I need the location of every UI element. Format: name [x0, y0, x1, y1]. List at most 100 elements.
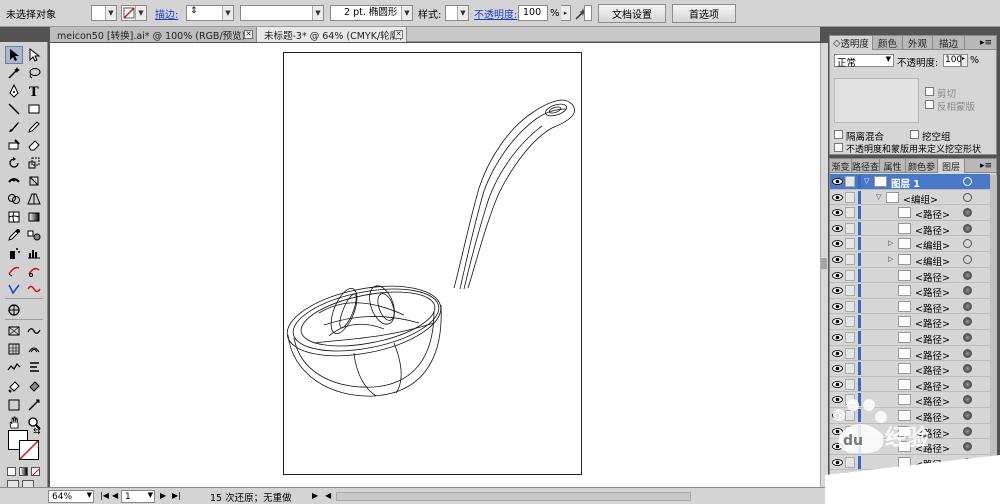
artboard-select[interactable]: 1 ▼ [121, 490, 155, 503]
clip-checkbox[interactable] [925, 87, 934, 96]
stepper-icon[interactable]: ⇕ [190, 6, 198, 16]
preferences-button[interactable]: 首选项 [672, 4, 736, 23]
layer-row[interactable]: ▽ 图层 1 [830, 174, 990, 190]
none-mode-icon[interactable] [31, 467, 40, 477]
target-circle-icon[interactable] [963, 239, 972, 249]
tab-untitled-3[interactable]: 未标题-3* @ 64% (CMYK/轮廓) ✕ [257, 27, 407, 42]
canvas[interactable] [50, 43, 820, 487]
expand-open-icon[interactable]: ▽ [876, 193, 881, 201]
layer-item[interactable]: <路径> [830, 221, 990, 237]
knife-tool-icon[interactable] [5, 262, 23, 280]
lock-toggle[interactable] [845, 378, 855, 390]
visibility-eye-icon[interactable] [832, 271, 843, 280]
tab-meicon50[interactable]: meicon50 [转换].ai* @ 100% (RGB/预览) ✕ [50, 27, 257, 42]
graphic-style-swatch[interactable]: ▼ [445, 5, 469, 21]
lock-toggle[interactable] [845, 269, 855, 281]
eraser-tool-icon[interactable] [25, 136, 43, 154]
lock-toggle[interactable] [845, 207, 855, 219]
visibility-eye-icon[interactable] [832, 317, 843, 326]
paintbrush-tool-icon[interactable] [5, 118, 23, 136]
shape-builder-tool-icon[interactable] [5, 190, 23, 208]
tab-color-guide[interactable]: 颜色参 [906, 159, 938, 173]
line-segment-tool-icon[interactable] [5, 100, 23, 118]
stroke-link[interactable]: 描边: [155, 5, 178, 22]
mask-thumbnail[interactable] [834, 78, 919, 123]
scissors-tool-icon[interactable] [25, 262, 43, 280]
lock-toggle[interactable] [845, 254, 855, 265]
blend-tool-icon[interactable] [25, 226, 43, 244]
recolor-dropdown[interactable] [584, 5, 592, 21]
visibility-eye-icon[interactable] [832, 255, 843, 264]
tab-appearance[interactable]: 外观 [903, 36, 933, 50]
polar-grid-tool-icon[interactable] [25, 340, 43, 358]
invert-mask-checkbox[interactable] [925, 100, 934, 109]
opacity-input[interactable]: 100 [518, 5, 548, 21]
lock-toggle[interactable] [845, 363, 855, 375]
visibility-eye-icon[interactable] [832, 364, 843, 373]
horizontal-scrollbar[interactable] [336, 492, 691, 501]
blend-mode-select[interactable]: 正常 ▼ [834, 54, 894, 69]
layer-item[interactable]: ▷ <编组> [830, 236, 990, 252]
variable-width-profile[interactable]: ▼ [240, 5, 324, 21]
layer-item[interactable]: <路径> [830, 314, 990, 330]
layer-item[interactable]: <路径> [830, 361, 990, 377]
symbol-tool-icon[interactable] [5, 301, 23, 319]
width-tool-icon[interactable] [5, 172, 23, 190]
blob-brush-tool-icon[interactable] [5, 136, 23, 154]
tab-stroke[interactable]: 描边 [933, 36, 965, 50]
lasso-tool-icon[interactable] [25, 64, 43, 82]
type-tool-icon[interactable]: T [25, 82, 43, 100]
prev-artboard-icon[interactable]: ◀ [112, 491, 118, 500]
visibility-eye-icon[interactable] [832, 224, 843, 233]
layer-item[interactable]: <路径> [830, 346, 990, 362]
expand-closed-icon[interactable]: ▷ [888, 255, 893, 263]
color-mode-icon[interactable] [7, 467, 16, 476]
target-circle-icon[interactable] [963, 317, 972, 327]
mesh-tool-icon[interactable] [5, 208, 23, 226]
expand-closed-icon[interactable]: ▷ [888, 239, 893, 247]
visibility-eye-icon[interactable] [832, 239, 843, 248]
rotate-tool-icon[interactable] [5, 154, 23, 172]
pencil-tool-icon[interactable] [25, 118, 43, 136]
scrollbar-thumb[interactable] [821, 258, 827, 269]
layer-item[interactable]: <路径> [830, 377, 990, 393]
lock-toggle[interactable] [845, 332, 855, 343]
fill-color-swatch[interactable]: ▼ [91, 5, 117, 21]
scroll-left-icon[interactable]: ◀ [325, 491, 331, 500]
gradient-mode-icon[interactable] [19, 467, 28, 476]
target-circle-icon[interactable] [963, 379, 972, 389]
tab-gradient[interactable]: 渐变 [830, 159, 852, 173]
visibility-eye-icon[interactable] [832, 302, 843, 311]
target-circle-icon[interactable] [963, 270, 972, 280]
layer-item[interactable]: <路径> [830, 268, 990, 284]
layer-item[interactable]: <路径> [830, 283, 990, 299]
tab-pathfinder[interactable]: 路径查 [852, 159, 880, 173]
last-artboard-icon[interactable]: ▶| [172, 491, 181, 500]
lock-toggle[interactable] [845, 300, 855, 312]
graph-grid-tool-icon[interactable] [5, 340, 23, 358]
smooth-tool-icon[interactable] [5, 358, 23, 376]
target-circle-icon[interactable] [963, 286, 972, 296]
lock-toggle[interactable] [845, 238, 855, 250]
tab-transparency[interactable]: ◇ 透明度 [830, 36, 873, 50]
stroke-color-swatch[interactable]: ▼ [121, 5, 147, 21]
layer-item[interactable]: <路径> [830, 299, 990, 315]
lock-toggle[interactable] [845, 222, 855, 234]
tab-attributes[interactable]: 属性 [880, 159, 906, 173]
first-artboard-icon[interactable]: |◀ [100, 491, 109, 500]
layer-item[interactable]: <路径> [830, 330, 990, 346]
visibility-eye-icon[interactable] [832, 333, 843, 342]
bezier-curve-icon[interactable] [25, 322, 43, 340]
tab-color[interactable]: 颜色 [873, 36, 903, 50]
artboard[interactable] [283, 52, 582, 475]
layer-item[interactable]: ▽ <编组> [830, 190, 990, 206]
visibility-eye-icon[interactable] [832, 208, 843, 217]
status-menu-icon[interactable]: ▶ [312, 491, 318, 500]
direct-selection-tool-icon[interactable] [25, 46, 43, 64]
visibility-eye-icon[interactable] [832, 380, 843, 389]
magic-wand-tool-icon[interactable] [5, 64, 23, 82]
layer-item[interactable]: ▷ <编组> [830, 252, 990, 268]
target-circle-icon[interactable] [963, 177, 972, 186]
opacity-dropdown[interactable]: ▸ [961, 54, 968, 67]
lock-toggle[interactable] [845, 191, 855, 203]
